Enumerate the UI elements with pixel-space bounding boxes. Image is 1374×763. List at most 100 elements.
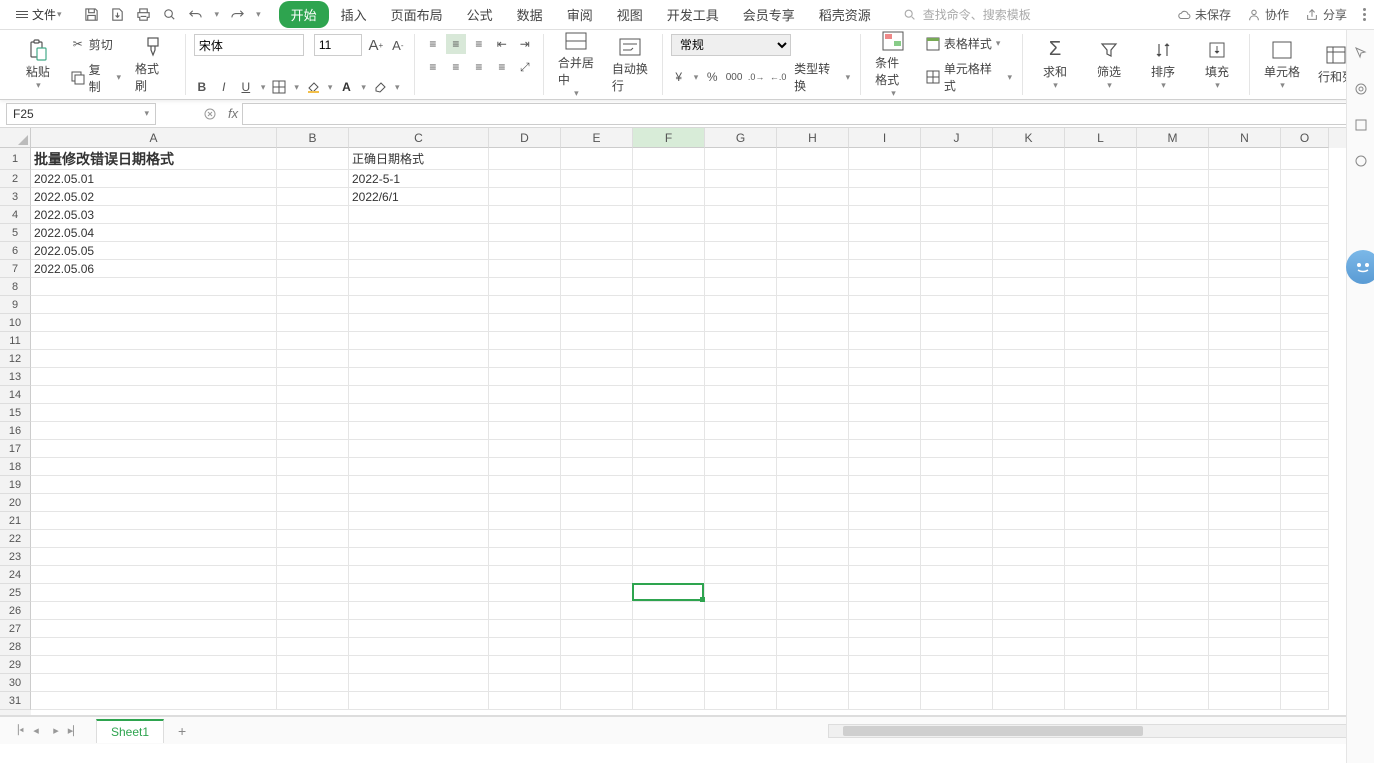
select-tool-icon[interactable] <box>1352 44 1370 62</box>
row-header-24[interactable]: 24 <box>0 566 31 584</box>
cell-M18[interactable] <box>1137 458 1209 476</box>
cell-N26[interactable] <box>1209 602 1281 620</box>
cell-K6[interactable] <box>993 242 1065 260</box>
add-sheet-button[interactable]: + <box>172 721 192 741</box>
cell-E13[interactable] <box>561 368 633 386</box>
cell-L24[interactable] <box>1065 566 1137 584</box>
cell-C10[interactable] <box>349 314 489 332</box>
row-header-3[interactable]: 3 <box>0 188 31 206</box>
italic-icon[interactable]: I <box>216 79 232 95</box>
cell-C4[interactable] <box>349 206 489 224</box>
cell-J13[interactable] <box>921 368 993 386</box>
cell-I14[interactable] <box>849 386 921 404</box>
cell-N15[interactable] <box>1209 404 1281 422</box>
assistant-bot-icon[interactable] <box>1346 250 1374 284</box>
cell-N5[interactable] <box>1209 224 1281 242</box>
cell-K14[interactable] <box>993 386 1065 404</box>
cell-B6[interactable] <box>277 242 349 260</box>
cell-A11[interactable] <box>31 332 277 350</box>
cell-M2[interactable] <box>1137 170 1209 188</box>
cell-N28[interactable] <box>1209 638 1281 656</box>
row-header-6[interactable]: 6 <box>0 242 31 260</box>
cell-H8[interactable] <box>777 278 849 296</box>
cell-K9[interactable] <box>993 296 1065 314</box>
cell-A16[interactable] <box>31 422 277 440</box>
cell-C6[interactable] <box>349 242 489 260</box>
cell-M16[interactable] <box>1137 422 1209 440</box>
cell-J25[interactable] <box>921 584 993 602</box>
cell-K31[interactable] <box>993 692 1065 710</box>
cell-I2[interactable] <box>849 170 921 188</box>
menu-tab-0[interactable]: 开始 <box>279 1 329 28</box>
cell-G21[interactable] <box>705 512 777 530</box>
cell-E18[interactable] <box>561 458 633 476</box>
cell-J6[interactable] <box>921 242 993 260</box>
cell-D31[interactable] <box>489 692 561 710</box>
cell-E8[interactable] <box>561 278 633 296</box>
cell-E14[interactable] <box>561 386 633 404</box>
cell-H20[interactable] <box>777 494 849 512</box>
cell-O27[interactable] <box>1281 620 1329 638</box>
cell-N17[interactable] <box>1209 440 1281 458</box>
cell-M24[interactable] <box>1137 566 1209 584</box>
cell-H16[interactable] <box>777 422 849 440</box>
cell-M23[interactable] <box>1137 548 1209 566</box>
cell-I27[interactable] <box>849 620 921 638</box>
cell-N24[interactable] <box>1209 566 1281 584</box>
cell-L31[interactable] <box>1065 692 1137 710</box>
cell-A29[interactable] <box>31 656 277 674</box>
cell-J27[interactable] <box>921 620 993 638</box>
cell-J18[interactable] <box>921 458 993 476</box>
col-header-K[interactable]: K <box>993 128 1065 148</box>
percent-icon[interactable]: % <box>704 69 720 85</box>
sheet-nav-next[interactable]: ▸ <box>46 721 66 741</box>
cell-K3[interactable] <box>993 188 1065 206</box>
cell-L20[interactable] <box>1065 494 1137 512</box>
cell-O13[interactable] <box>1281 368 1329 386</box>
cell-J8[interactable] <box>921 278 993 296</box>
cell-N23[interactable] <box>1209 548 1281 566</box>
cell-B12[interactable] <box>277 350 349 368</box>
row-header-14[interactable]: 14 <box>0 386 31 404</box>
name-box[interactable]: F25▾ <box>6 103 156 125</box>
cell-A2[interactable]: 2022.05.01 <box>31 170 277 188</box>
cell-H3[interactable] <box>777 188 849 206</box>
cell-G28[interactable] <box>705 638 777 656</box>
cell-D30[interactable] <box>489 674 561 692</box>
cell-A24[interactable] <box>31 566 277 584</box>
cell-G20[interactable] <box>705 494 777 512</box>
type-convert-button[interactable]: 类型转换▾ <box>792 59 852 95</box>
cell-E16[interactable] <box>561 422 633 440</box>
cell-N7[interactable] <box>1209 260 1281 278</box>
cell-K15[interactable] <box>993 404 1065 422</box>
cell-N9[interactable] <box>1209 296 1281 314</box>
cell-I29[interactable] <box>849 656 921 674</box>
cell-E26[interactable] <box>561 602 633 620</box>
cell-I7[interactable] <box>849 260 921 278</box>
cell-C23[interactable] <box>349 548 489 566</box>
cell-A7[interactable]: 2022.05.06 <box>31 260 277 278</box>
currency-icon[interactable]: ¥ <box>671 69 687 85</box>
cell-F2[interactable] <box>633 170 705 188</box>
cell-N8[interactable] <box>1209 278 1281 296</box>
cell-B21[interactable] <box>277 512 349 530</box>
horizontal-scrollbar[interactable] <box>828 724 1368 738</box>
more-menu[interactable] <box>1363 8 1366 21</box>
cell-E22[interactable] <box>561 530 633 548</box>
redo-icon[interactable] <box>229 7 245 23</box>
cell-C18[interactable] <box>349 458 489 476</box>
cell-M7[interactable] <box>1137 260 1209 278</box>
cell-G31[interactable] <box>705 692 777 710</box>
cell-O26[interactable] <box>1281 602 1329 620</box>
align-top-icon[interactable]: ≡ <box>423 34 443 54</box>
cell-G10[interactable] <box>705 314 777 332</box>
cell-F31[interactable] <box>633 692 705 710</box>
cell-H2[interactable] <box>777 170 849 188</box>
cell-J5[interactable] <box>921 224 993 242</box>
cell-A18[interactable] <box>31 458 277 476</box>
cell-L12[interactable] <box>1065 350 1137 368</box>
cell-K1[interactable] <box>993 148 1065 170</box>
row-header-10[interactable]: 10 <box>0 314 31 332</box>
cell-D4[interactable] <box>489 206 561 224</box>
row-header-17[interactable]: 17 <box>0 440 31 458</box>
